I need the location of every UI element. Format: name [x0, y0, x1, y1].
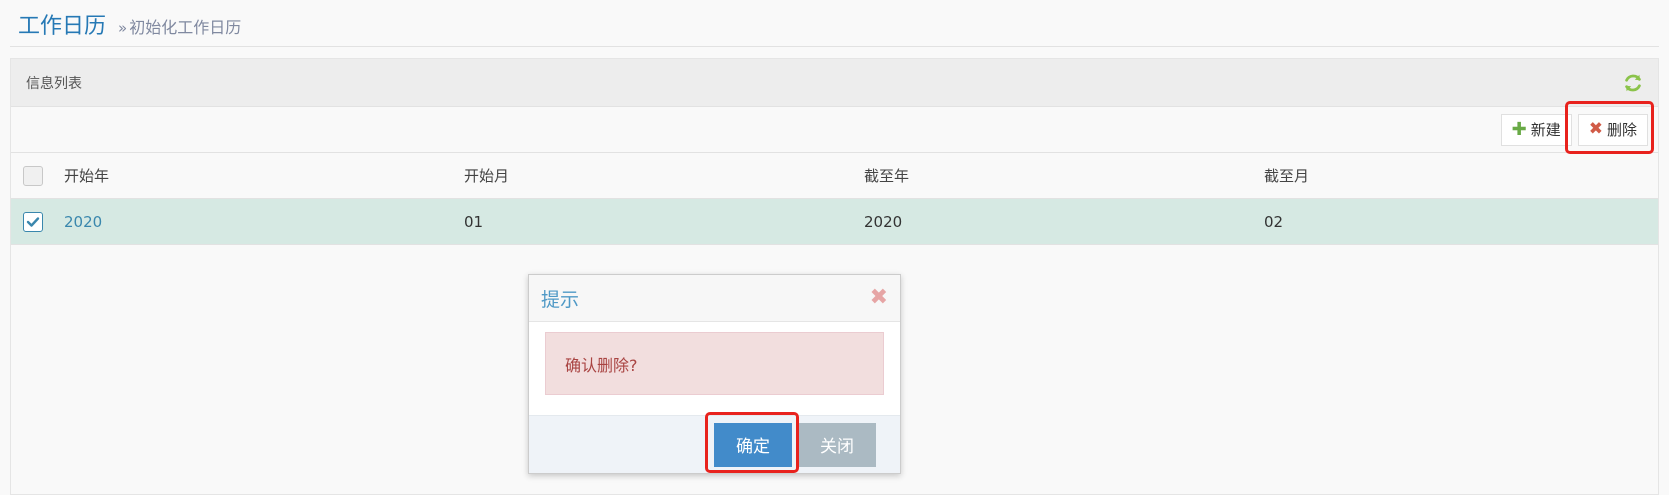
- breadcrumb-chevron-icon: »: [118, 19, 128, 37]
- dialog-title: 提示: [541, 288, 580, 311]
- page-header: 工作日历 » 初始化工作日历: [18, 8, 241, 42]
- checkmark-icon: [26, 216, 40, 227]
- close-icon[interactable]: ✖: [870, 287, 888, 309]
- cell-start-month: 01: [464, 212, 484, 231]
- column-header-end-year[interactable]: 截至年: [864, 153, 909, 198]
- column-header-end-month[interactable]: 截至月: [1264, 153, 1309, 198]
- row-checkbox-cell: [23, 199, 43, 244]
- breadcrumb-label: 初始化工作日历: [129, 18, 242, 37]
- toolbar: ✚ 新建 ✖ 删除: [11, 107, 1658, 153]
- dialog-footer: 确定 关闭: [529, 415, 900, 473]
- refresh-icon[interactable]: [1622, 72, 1644, 94]
- page-title: 工作日历: [18, 14, 107, 39]
- panel-header: 信息列表: [11, 59, 1658, 107]
- new-button[interactable]: ✚ 新建: [1500, 113, 1572, 146]
- confirm-button[interactable]: 确定: [714, 422, 792, 467]
- dialog-header: 提示 ✖: [529, 275, 900, 322]
- close-button[interactable]: 关闭: [798, 422, 876, 467]
- panel-title: 信息列表: [26, 75, 82, 92]
- row-checkbox[interactable]: [23, 211, 43, 232]
- confirm-message: 确认删除?: [545, 332, 884, 395]
- breadcrumb: » 初始化工作日历: [118, 14, 241, 38]
- cell-end-month: 02: [1264, 212, 1284, 231]
- table-header: 开始年 开始月 截至年 截至月: [11, 153, 1658, 199]
- cell-end-year: 2020: [864, 212, 903, 231]
- dialog-body: 确认删除?: [529, 322, 900, 418]
- select-all-checkbox[interactable]: [23, 165, 43, 186]
- confirm-dialog: 提示 ✖ 确认删除? 确定 关闭: [528, 274, 901, 474]
- new-button-label: 新建: [1530, 121, 1561, 139]
- column-header-start-year[interactable]: 开始年: [64, 153, 109, 198]
- header-checkbox-cell: [23, 153, 43, 198]
- header-divider: [10, 46, 1659, 47]
- plus-icon: ✚: [1511, 118, 1527, 140]
- delete-button-label: 删除: [1606, 121, 1637, 139]
- delete-button[interactable]: ✖ 删除: [1577, 113, 1648, 146]
- cell-start-year-link[interactable]: 2020: [64, 199, 102, 244]
- column-header-start-month[interactable]: 开始月: [464, 153, 509, 198]
- table-row[interactable]: 2020 01 2020 02: [11, 199, 1658, 245]
- delete-x-icon: ✖: [1588, 119, 1603, 139]
